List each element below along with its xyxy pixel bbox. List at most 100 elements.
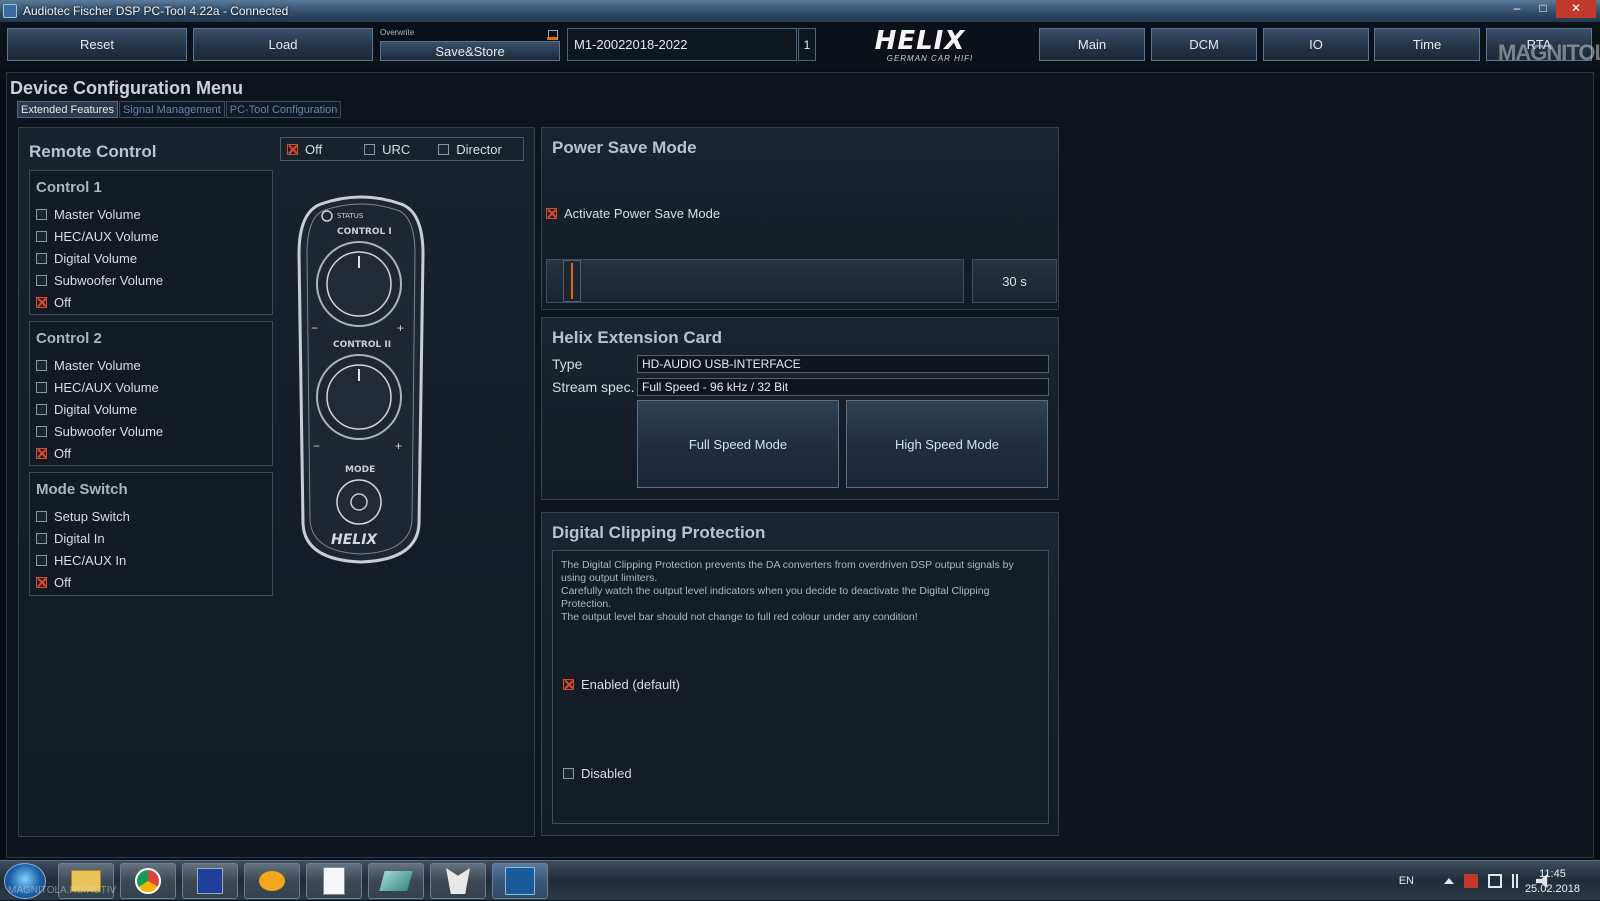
minimize-icon[interactable]: – [1504,0,1530,18]
nav-time-button[interactable]: Time [1374,28,1480,61]
tab-pc-tool-configuration[interactable]: PC-Tool Configuration [225,101,342,118]
item-label: Off [54,445,72,461]
activate-power-save-checkbox[interactable]: Activate Power Save Mode [546,206,720,221]
preset-number[interactable]: 1 [798,28,816,61]
control1-subwoofer-volume[interactable]: Subwoofer Volume [36,269,163,291]
item-label: Digital In [54,530,105,546]
slider-thumb[interactable] [563,260,581,302]
clipping-disabled-checkbox[interactable]: Disabled [563,766,632,781]
disabled-label: Disabled [581,766,632,781]
type-label: Type [552,356,583,372]
clock[interactable]: 11:45 25.02.2018 [1525,867,1580,897]
remote-option-off[interactable]: Off [287,142,322,157]
mode-hec-aux-in[interactable]: HEC/AUX In [36,549,130,571]
checkbox-icon[interactable] [364,143,376,155]
checkbox-icon[interactable] [36,403,47,415]
language-indicator[interactable]: EN [1399,875,1414,887]
network-error-icon[interactable] [1464,874,1478,888]
save-task-icon[interactable] [182,863,238,899]
close-icon[interactable]: ✕ [1556,0,1596,18]
item-label: HEC/AUX In [54,552,127,568]
tab-signal-management[interactable]: Signal Management [118,101,225,118]
activate-power-save-label: Activate Power Save Mode [564,206,721,221]
svg-text:+: + [395,439,402,453]
checkbox-icon[interactable] [36,252,47,264]
high-speed-mode-button[interactable]: High Speed Mode [846,400,1048,488]
checkbox-icon[interactable] [546,208,557,219]
mode-off[interactable]: Off [36,571,130,593]
control1-digital-volume[interactable]: Digital Volume [36,247,163,269]
item-label: Subwoofer Volume [54,272,164,288]
checkbox-icon[interactable] [438,143,450,155]
remote-option-urc[interactable]: URC [364,142,410,157]
remote-control-title: Remote Control [29,142,157,161]
clock-time: 11:45 [1539,868,1566,880]
helix-logo: HELIX GERMAN CAR HIFI [850,28,990,64]
power-save-slider[interactable] [546,259,964,303]
tab-bar: Extended Features Signal Management PC-T… [17,101,342,118]
item-label: HEC/AUX Volume [54,379,159,395]
checkbox-icon[interactable] [36,554,47,566]
clipping-description: The Digital Clipping Protection prevents… [561,559,1041,624]
document-task-icon[interactable] [306,863,362,899]
checkbox-icon[interactable] [36,208,47,220]
page-title: Device Configuration Menu [10,78,244,98]
item-label: Digital Volume [54,250,138,266]
mode-digital-in[interactable]: Digital In [36,527,130,549]
nav-io-button[interactable]: IO [1263,28,1369,61]
mode-switch-group: Mode Switch Setup Switch Digital In HEC/… [29,472,273,596]
checkbox-icon[interactable] [36,576,47,588]
remote-status-text: STATUS [337,212,364,220]
item-label: Subwoofer Volume [54,423,164,439]
reset-button[interactable]: Reset [7,28,187,61]
checkbox-icon[interactable] [36,230,47,242]
app-task-icon[interactable] [368,863,424,899]
maximize-icon[interactable]: □ [1530,0,1556,18]
checkbox-icon[interactable] [563,768,574,779]
control2-digital-volume[interactable]: Digital Volume [36,398,163,420]
control2-subwoofer-volume[interactable]: Subwoofer Volume [36,420,163,442]
usb-icon[interactable] [1488,874,1502,888]
nav-dcm-button[interactable]: DCM [1151,28,1257,61]
control1-off[interactable]: Off [36,291,163,313]
checkbox-icon[interactable] [36,359,47,371]
clock-date: 25.02.2018 [1524,883,1580,895]
item-label: HEC/AUX Volume [54,228,159,244]
fox-task-icon[interactable] [430,863,486,899]
checkbox-icon[interactable] [36,447,47,459]
checkbox-icon[interactable] [287,143,298,155]
checkbox-icon[interactable] [36,274,47,286]
tab-extended-features[interactable]: Extended Features [17,101,118,118]
checkbox-icon[interactable] [36,425,47,437]
full-speed-mode-button[interactable]: Full Speed Mode [637,400,839,488]
control1-hec-aux-volume[interactable]: HEC/AUX Volume [36,225,163,247]
option-label: Off [305,141,323,157]
control2-hec-aux-volume[interactable]: HEC/AUX Volume [36,376,163,398]
control2-off[interactable]: Off [36,442,163,464]
remote-option-director[interactable]: Director [438,142,502,157]
dsp-pc-tool-task-icon[interactable] [492,863,548,899]
preset-name-field[interactable]: M1-20022018-2022 [567,28,797,61]
clipping-enabled-checkbox[interactable]: Enabled (default) [563,677,680,692]
control1-master-volume[interactable]: Master Volume [36,203,163,225]
item-label: Off [54,574,72,590]
tray-expand-icon[interactable] [1444,878,1454,884]
save-store-indicator [547,37,557,40]
mode-setup-switch[interactable]: Setup Switch [36,505,130,527]
checkbox-icon[interactable] [563,679,574,690]
stream-spec-label: Stream spec. [552,379,635,395]
nav-main-button[interactable]: Main [1039,28,1145,61]
checkbox-icon[interactable] [36,296,47,308]
signal-icon[interactable] [1512,874,1526,888]
checkbox-icon[interactable] [36,532,47,544]
svg-text:−: − [313,439,320,453]
control2-master-volume[interactable]: Master Volume [36,354,163,376]
load-button[interactable]: Load [193,28,373,61]
svg-text:−: − [311,321,318,335]
chrome-task-icon[interactable] [120,863,176,899]
window-controls: – □ ✕ [1504,0,1596,18]
checkbox-icon[interactable] [36,381,47,393]
save-store-button[interactable]: Save&Store [380,41,560,61]
paw-task-icon[interactable] [244,863,300,899]
checkbox-icon[interactable] [36,510,47,522]
